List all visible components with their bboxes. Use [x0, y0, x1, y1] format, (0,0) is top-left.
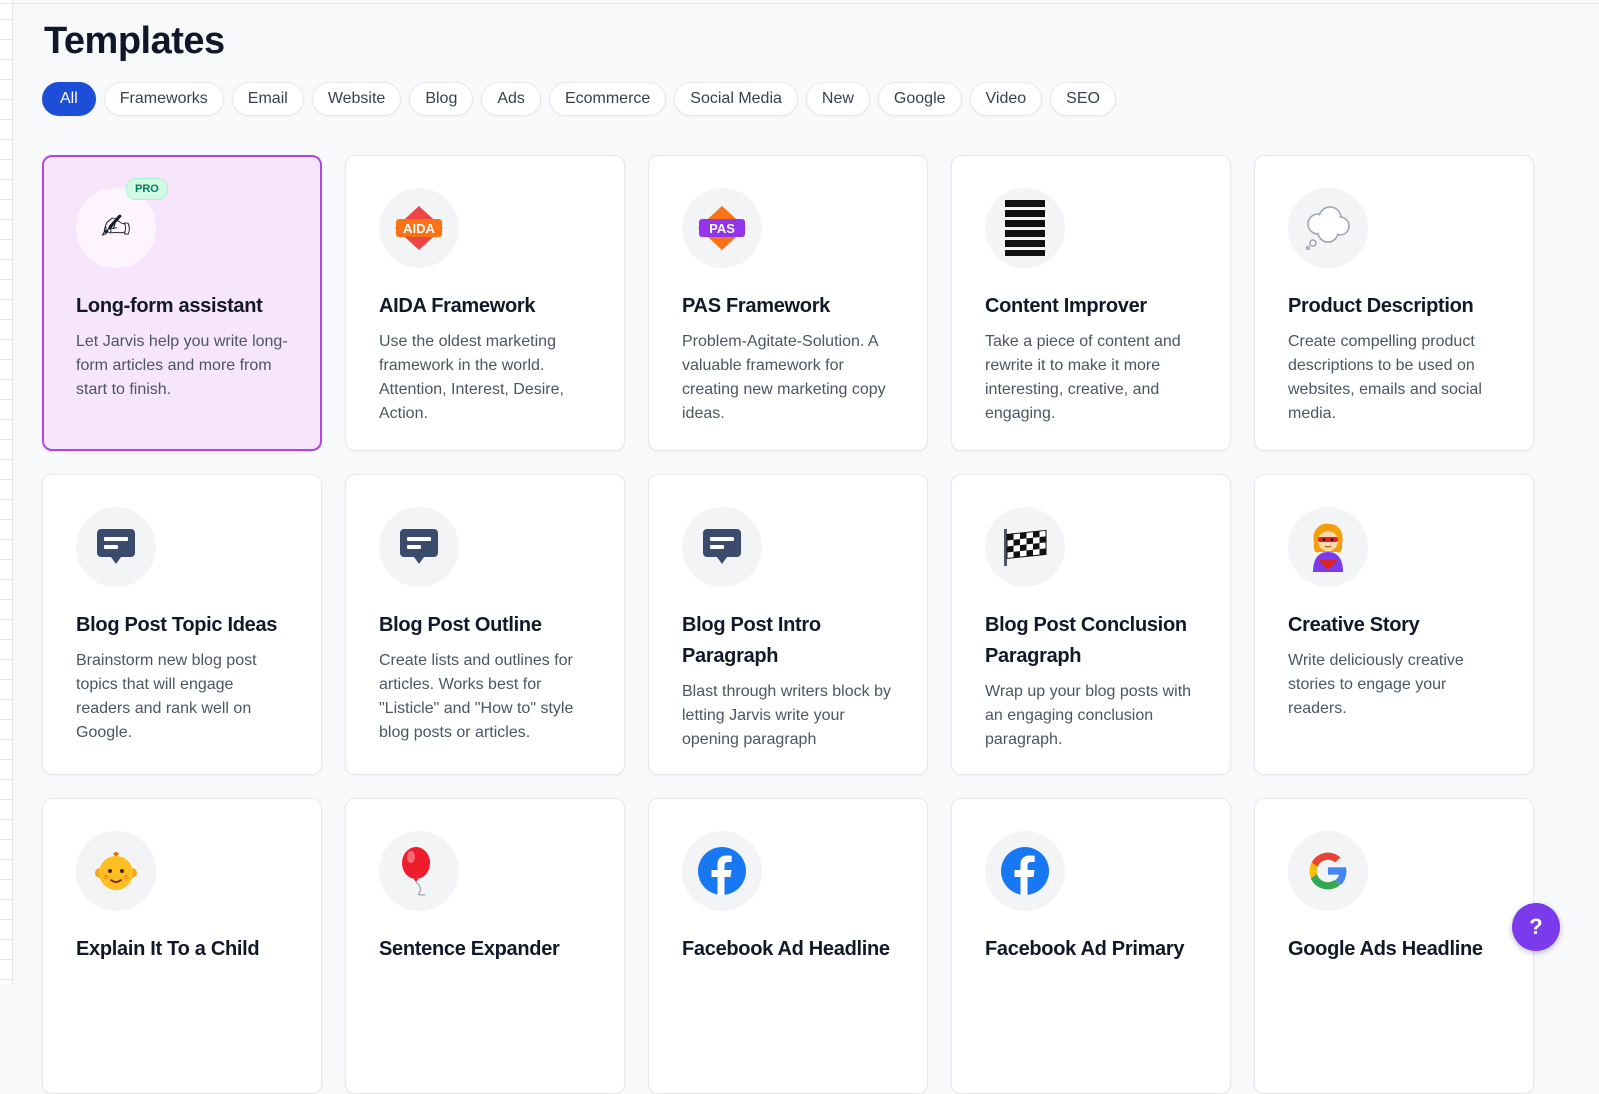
template-description: Blast through writers block by letting J… [682, 683, 891, 748]
icon-wrapper: AIDA [379, 188, 459, 268]
icon-wrapper [985, 188, 1065, 268]
facebook-icon [698, 847, 746, 895]
template-card-blog-post-intro-paragraph[interactable]: Blog Post Intro Paragraph Blast through … [648, 474, 928, 775]
template-title: Sentence Expander [379, 938, 560, 960]
template-title: AIDA Framework [379, 295, 536, 317]
icon-wrapper [1288, 831, 1368, 911]
icon-wrapper [76, 831, 156, 911]
balloon-icon [402, 847, 430, 896]
filter-ecommerce[interactable]: Ecommerce [548, 82, 667, 116]
template-card-blog-post-topic-ideas[interactable]: Blog Post Topic Ideas Brainstorm new blo… [42, 474, 322, 775]
template-card-long-form-assistant[interactable]: ✍ PRO Long-form assistant Let Jarvis hel… [42, 155, 322, 451]
aida-icon: AIDA [395, 206, 443, 250]
icon-wrapper [1288, 188, 1368, 268]
template-title: PAS Framework [682, 295, 831, 317]
template-grid: ✍ PRO Long-form assistant Let Jarvis hel… [42, 155, 1534, 1094]
template-description: Brainstorm new blog post topics that wil… [76, 652, 257, 741]
template-card-content-improver[interactable]: Content Improver Take a piece of content… [951, 155, 1231, 451]
pro-badge: PRO [126, 178, 168, 200]
filter-google[interactable]: Google [877, 82, 962, 116]
filter-seo[interactable]: SEO [1050, 82, 1116, 116]
help-button[interactable]: ? [1512, 903, 1560, 951]
template-title: Content Improver [985, 295, 1147, 317]
icon-wrapper [985, 831, 1065, 911]
template-description: Problem-Agitate-Solution. A valuable fra… [682, 333, 886, 422]
pas-icon: PAS [698, 206, 746, 250]
writing-hand-icon: ✍ [100, 207, 132, 248]
filter-blog[interactable]: Blog [409, 82, 474, 116]
baby-face-icon [95, 852, 137, 890]
template-title: Facebook Ad Primary [985, 938, 1185, 960]
template-title: Blog Post Outline [379, 614, 542, 636]
template-title: Blog Post Topic Ideas [76, 614, 278, 636]
thought-bubble-icon [1305, 206, 1350, 250]
message-icon [97, 529, 135, 564]
text-lines-icon [1005, 200, 1045, 256]
icon-wrapper [682, 507, 762, 587]
template-description: Wrap up your blog posts with an engaging… [985, 683, 1192, 748]
template-card-creative-story[interactable]: Creative Story Write deliciously creativ… [1254, 474, 1534, 775]
template-description: Create compelling product descriptions t… [1288, 333, 1482, 422]
icon-wrapper [682, 831, 762, 911]
template-card-sentence-expander[interactable]: Sentence Expander [345, 798, 625, 1094]
template-card-facebook-ad-headline[interactable]: Facebook Ad Headline [648, 798, 928, 1094]
template-card-product-description[interactable]: Product Description Create compelling pr… [1254, 155, 1534, 451]
filter-frameworks[interactable]: Frameworks [103, 82, 224, 116]
template-title: Google Ads Headline [1288, 938, 1483, 960]
message-icon [703, 529, 741, 564]
google-icon [1309, 852, 1348, 890]
icon-wrapper [985, 507, 1065, 587]
aida-icon-label: AIDA [403, 221, 435, 236]
template-title: Facebook Ad Headline [682, 938, 890, 960]
template-description: Take a piece of content and rewrite it t… [985, 333, 1181, 422]
template-title: Blog Post Intro Paragraph [682, 614, 821, 667]
icon-wrapper: ✍ PRO [76, 178, 168, 268]
icon-wrapper [1288, 507, 1368, 587]
template-title: Creative Story [1288, 614, 1420, 636]
template-card-aida-framework[interactable]: AIDA AIDA Framework Use the oldest marke… [345, 155, 625, 451]
template-title: Blog Post Conclusion Paragraph [985, 614, 1187, 667]
filter-video[interactable]: Video [969, 82, 1043, 116]
page-title: Templates [44, 20, 225, 62]
template-title: Long-form assistant [76, 295, 263, 317]
template-description: Use the oldest marketing framework in th… [379, 333, 564, 422]
template-description: Create lists and outlines for articles. … [379, 652, 574, 741]
template-description: Write deliciously creative stories to en… [1288, 652, 1464, 717]
template-description: Let Jarvis help you write long-form arti… [76, 333, 288, 398]
filter-website[interactable]: Website [311, 82, 402, 116]
template-card-explain-it-to-a-child[interactable]: Explain It To a Child [42, 798, 322, 1094]
superhero-icon [1313, 523, 1343, 572]
icon-wrapper [76, 507, 156, 587]
template-card-facebook-ad-primary[interactable]: Facebook Ad Primary [951, 798, 1231, 1094]
icon-wrapper [379, 507, 459, 587]
template-card-pas-framework[interactable]: PAS PAS Framework Problem-Agitate-Soluti… [648, 155, 928, 451]
template-card-blog-post-outline[interactable]: Blog Post Outline Create lists and outli… [345, 474, 625, 775]
filter-email[interactable]: Email [231, 82, 304, 116]
template-title: Explain It To a Child [76, 938, 260, 960]
spreadsheet-edge [0, 0, 13, 984]
template-title: Product Description [1288, 295, 1474, 317]
facebook-icon [1001, 847, 1049, 895]
icon-wrapper [379, 831, 459, 911]
pas-icon-label: PAS [709, 221, 735, 236]
filter-social-media[interactable]: Social Media [674, 82, 798, 116]
message-icon [400, 529, 438, 564]
top-divider [0, 3, 1599, 4]
template-card-blog-post-conclusion-paragraph[interactable]: Blog Post Conclusion Paragraph Wrap up y… [951, 474, 1231, 775]
template-card-google-ads-headline[interactable]: Google Ads Headline [1254, 798, 1534, 1094]
filter-all[interactable]: All [42, 82, 96, 116]
checkered-flag-icon [1004, 529, 1047, 566]
icon-wrapper: PAS [682, 188, 762, 268]
filter-new[interactable]: New [805, 82, 870, 116]
filter-ads[interactable]: Ads [481, 82, 541, 116]
category-filters: All Frameworks Email Website Blog Ads Ec… [42, 82, 1116, 116]
